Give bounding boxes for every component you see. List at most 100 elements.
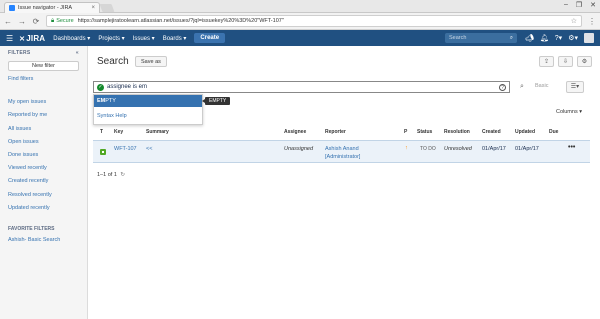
lock-icon: 🔒︎	[51, 17, 55, 24]
filters-sidebar: FILTERS « New filter Find filters My ope…	[0, 46, 88, 319]
sidebar-item-resolved-recently[interactable]: Resolved recently	[8, 189, 79, 202]
status-badge: TO DO	[420, 146, 436, 152]
col-status[interactable]: Status	[417, 129, 432, 135]
jira-logo-icon: ✕	[19, 35, 26, 43]
sidebar-item-updated-recently[interactable]: Updated recently	[8, 202, 79, 215]
url-text[interactable]: https://samplejiratoolearn.atlassian.net…	[78, 18, 284, 24]
close-window-button[interactable]: ✕	[590, 1, 596, 9]
autocomplete-option-empty[interactable]: EMPTY	[94, 95, 202, 107]
layout-switcher-button[interactable]: ☰▾	[566, 81, 584, 93]
megaphone-icon[interactable]: 📣︎	[525, 34, 534, 42]
sidebar-item-done-issues[interactable]: Done issues	[8, 149, 79, 162]
save-as-button[interactable]: Save as	[135, 56, 167, 67]
syntax-help-icon[interactable]: ?	[499, 83, 506, 91]
bell-icon[interactable]: 🔔︎	[540, 34, 549, 42]
search-submit-icon[interactable]: ⌕	[520, 83, 524, 91]
col-created[interactable]: Created	[482, 129, 501, 135]
address-bar[interactable]: 🔒︎ Secure https://samplejiratoolearn.atl…	[46, 15, 582, 27]
col-type[interactable]: T	[100, 129, 103, 135]
jira-favicon-icon	[9, 5, 15, 11]
header-search-input[interactable]: Search ⌕	[445, 33, 517, 43]
menu-issues[interactable]: Issues ▾	[133, 35, 155, 42]
page-title: Search	[97, 56, 129, 67]
export-icon[interactable]: ⇩	[558, 56, 573, 67]
main-content: Search Save as ⇪ ⇩ ⚙ ✓ assignee is em ? …	[88, 46, 600, 319]
table-header: T Key Summary Assignee Reporter P Status…	[93, 129, 590, 139]
browser-menu-icon[interactable]: ⋮	[588, 17, 596, 26]
sidebar-item-created-recently[interactable]: Created recently	[8, 175, 79, 188]
col-key[interactable]: Key	[114, 129, 123, 135]
search-icon: ⌕	[509, 34, 513, 41]
menu-projects[interactable]: Projects ▾	[98, 35, 124, 42]
columns-button[interactable]: Columns ▾	[556, 109, 582, 115]
browser-tab-strip: Issue navigator - JIRA × – ❐ ✕	[0, 0, 600, 13]
sidebar-item-viewed-recently[interactable]: Viewed recently	[8, 162, 79, 175]
secure-label: Secure	[56, 18, 74, 24]
back-icon[interactable]: ←	[4, 17, 12, 26]
col-due[interactable]: Due	[549, 129, 558, 135]
col-updated[interactable]: Updated	[515, 129, 535, 135]
row-actions-button[interactable]: •••	[568, 144, 575, 151]
jira-logo[interactable]: ✕JIRA	[19, 34, 45, 43]
minimize-button[interactable]: –	[564, 1, 568, 9]
table-row[interactable]: WFT-107 << Unassigned Ashish Anand [Admi…	[93, 140, 590, 163]
col-priority[interactable]: P	[404, 129, 407, 135]
jql-input[interactable]: ✓ assignee is em ?	[93, 81, 510, 93]
sidebar-item-my-open-issues[interactable]: My open issues	[8, 96, 79, 109]
issue-key-link[interactable]: WFT-107	[114, 146, 137, 152]
resolution-value: Unresolved	[444, 146, 472, 152]
filters-title: FILTERS «	[8, 50, 79, 56]
maximize-button[interactable]: ❐	[576, 1, 582, 9]
menu-dashboards[interactable]: Dashboards ▾	[53, 35, 90, 42]
logo-text: JIRA	[26, 33, 46, 43]
issue-summary-link[interactable]: <<	[146, 146, 152, 152]
autocomplete-tooltip: EMPTY	[201, 97, 231, 105]
system-filters-list: My open issues Reported by me All issues…	[8, 96, 79, 215]
autocomplete-match: EM	[97, 98, 106, 104]
find-filters-link[interactable]: Find filters	[8, 73, 79, 86]
valid-check-icon: ✓	[97, 83, 104, 91]
header-icons: 📣︎ 🔔︎ ?▾ ⚙▾	[525, 33, 594, 43]
app-switcher-icon[interactable]: ☰	[6, 34, 13, 43]
favorite-filters-title: FAVORITE FILTERS	[8, 226, 55, 233]
bookmark-star-icon[interactable]: ☆	[571, 17, 577, 25]
sidebar-item-reported-by-me[interactable]: Reported by me	[8, 109, 79, 122]
created-value: 01/Apr/17	[482, 146, 506, 152]
tab-close-icon[interactable]: ×	[91, 5, 95, 11]
collapse-sidebar-icon[interactable]: «	[76, 50, 79, 56]
share-icon[interactable]: ⇪	[539, 56, 554, 67]
tools-gear-icon[interactable]: ⚙	[577, 56, 592, 67]
top-actions: ⇪ ⇩ ⚙	[539, 56, 592, 67]
new-tab-button[interactable]	[99, 4, 115, 12]
help-icon[interactable]: ?▾	[555, 34, 562, 42]
forward-icon[interactable]: →	[18, 17, 26, 26]
new-filter-button[interactable]: New filter	[8, 61, 79, 71]
updated-value: 01/Apr/17	[515, 146, 539, 152]
jira-header: ☰ ✕JIRA Dashboards ▾ Projects ▾ Issues ▾…	[0, 30, 600, 46]
basic-mode-link[interactable]: Basic	[535, 83, 548, 89]
avatar[interactable]	[584, 33, 594, 43]
filters-title-text: FILTERS	[8, 50, 31, 56]
browser-tab[interactable]: Issue navigator - JIRA ×	[4, 2, 100, 13]
col-assignee[interactable]: Assignee	[284, 129, 306, 135]
autocomplete-rest: PTY	[105, 98, 116, 104]
pagination: 1–1 of 1 ↻	[97, 172, 125, 178]
assignee-value: Unassigned	[284, 146, 314, 152]
story-type-icon	[100, 149, 106, 155]
sidebar-item-open-issues[interactable]: Open issues	[8, 136, 79, 149]
refresh-icon[interactable]: ↻	[120, 172, 125, 178]
priority-icon: ↑	[405, 145, 408, 151]
autocomplete-syntax-help[interactable]: Syntax Help	[94, 110, 202, 122]
col-reporter[interactable]: Reporter	[325, 129, 346, 135]
col-resolution[interactable]: Resolution	[444, 129, 470, 135]
sidebar-item-all-issues[interactable]: All issues	[8, 123, 79, 136]
reload-icon[interactable]: ⟳	[32, 17, 40, 26]
tab-title: Issue navigator - JIRA	[18, 5, 73, 11]
col-summary[interactable]: Summary	[146, 129, 169, 135]
favorite-filter-item[interactable]: Ashish- Basic Search	[8, 234, 79, 247]
menu-boards[interactable]: Boards ▾	[163, 35, 187, 42]
window-controls: – ❐ ✕	[564, 1, 596, 9]
gear-icon[interactable]: ⚙▾	[568, 34, 578, 42]
reporter-name-link[interactable]: Ashish Anand	[325, 146, 359, 152]
create-button[interactable]: Create	[194, 33, 226, 43]
